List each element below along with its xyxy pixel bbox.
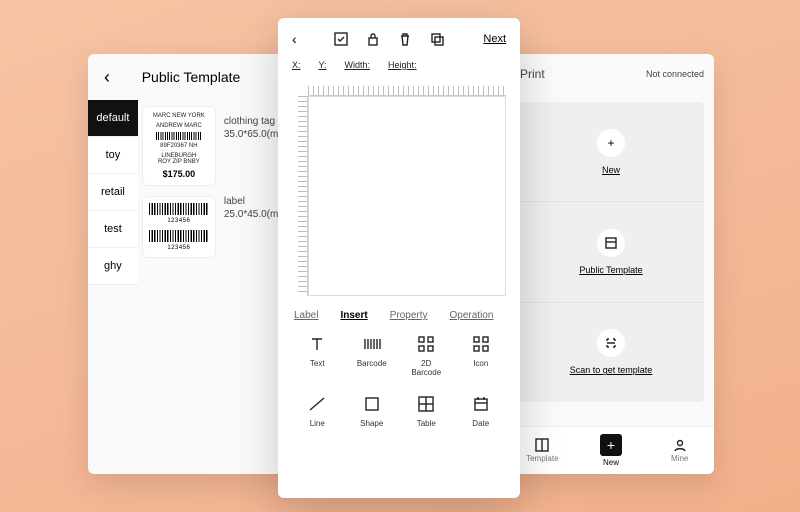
category-list: default toy retail test ghy [88, 100, 138, 474]
dim-height[interactable]: Height: [388, 60, 417, 82]
scan-icon [597, 329, 625, 357]
template-icon [597, 229, 625, 257]
user-icon [673, 438, 687, 452]
tab-label[interactable]: Label [294, 310, 318, 321]
tool-date[interactable]: Date [454, 395, 509, 428]
tool-barcode[interactable]: Barcode [345, 335, 400, 377]
canvas-area [278, 82, 520, 296]
category-ghy[interactable]: ghy [88, 248, 138, 285]
tool-shape[interactable]: Shape [345, 395, 400, 428]
barcode-icon [363, 335, 381, 353]
card-sku: 89F20367 NH [160, 143, 197, 150]
insert-tools: Text Barcode 2D Barcode Icon Line Shape … [278, 329, 520, 434]
barcode-icon [149, 230, 209, 242]
barcode-icon [156, 132, 202, 140]
action-scan[interactable]: Scan to get template [518, 303, 704, 402]
tool-text[interactable]: Text [290, 335, 345, 377]
calendar-icon [473, 395, 489, 413]
ruler-vertical [298, 96, 308, 296]
tool-2d-barcode[interactable]: 2D Barcode [399, 335, 454, 377]
category-retail[interactable]: retail [88, 174, 138, 211]
plus-icon: + [600, 434, 622, 456]
barcode-icon [149, 203, 209, 215]
card-price: $175.00 [163, 169, 196, 179]
editor-toolbar: ‹ Next [278, 18, 520, 60]
ruler-horizontal [308, 86, 506, 96]
category-default[interactable]: default [88, 100, 138, 137]
barcode-number: 123456 [167, 245, 190, 251]
back-icon[interactable]: ‹ [292, 31, 297, 47]
trash-icon[interactable] [398, 32, 414, 46]
card-product: LINEBURGH ROY ZIP BNBY [158, 153, 200, 166]
card-brand2: ANDREW MARC [156, 123, 202, 130]
table-icon [418, 395, 434, 413]
tab-operation[interactable]: Operation [450, 310, 494, 321]
category-test[interactable]: test [88, 211, 138, 248]
template-card-2[interactable]: 123456 123456 [142, 196, 216, 258]
header: Print Not connected [508, 54, 714, 94]
nav-label: Template [526, 454, 558, 463]
copy-icon[interactable] [430, 32, 446, 46]
dimension-bar: X: Y: Width: Height: [278, 60, 520, 82]
template-thumbnails: MARC NEW YORK ANDREW MARC 89F20367 NH LI… [138, 100, 220, 474]
page-title: Print [520, 67, 545, 81]
dim-x[interactable]: X: [292, 60, 301, 82]
editor-tabs: Label Insert Property Operation [278, 296, 520, 329]
tab-property[interactable]: Property [390, 310, 428, 321]
barcode-number: 123456 [167, 218, 190, 224]
category-toy[interactable]: toy [88, 137, 138, 174]
nav-label: Mine [671, 454, 688, 463]
template-icon [535, 438, 549, 452]
shape-icon [364, 395, 380, 413]
line-icon [308, 395, 326, 413]
next-button[interactable]: Next [483, 33, 506, 45]
canvas[interactable] [308, 96, 506, 296]
nav-label: New [603, 458, 619, 467]
grid-icon [473, 335, 489, 353]
nav-mine[interactable]: Mine [645, 438, 714, 463]
select-icon[interactable] [334, 32, 350, 46]
action-grid: + New Public Template Scan to get templa… [518, 102, 704, 402]
dim-width[interactable]: Width: [345, 60, 371, 82]
card-brand: MARC NEW YORK [153, 113, 205, 120]
dim-y[interactable]: Y: [319, 60, 327, 82]
tab-insert[interactable]: Insert [340, 310, 367, 321]
qr-icon [418, 335, 434, 353]
action-label: Scan to get template [570, 365, 653, 375]
connection-status[interactable]: Not connected [646, 69, 704, 79]
action-new[interactable]: + New [518, 102, 704, 202]
text-icon [309, 335, 325, 353]
home-screen: Print Not connected + New Public Templat… [508, 54, 714, 474]
header: ‹ Public Template [88, 54, 294, 100]
nav-new[interactable]: + New [577, 434, 646, 467]
bottom-nav: Template + New Mine [508, 426, 714, 474]
lock-icon[interactable] [366, 32, 382, 46]
public-template-screen: ‹ Public Template default toy retail tes… [88, 54, 294, 474]
page-title: Public Template [100, 69, 282, 85]
action-label: Public Template [579, 265, 642, 275]
tool-icon[interactable]: Icon [454, 335, 509, 377]
tool-table[interactable]: Table [399, 395, 454, 428]
tool-line[interactable]: Line [290, 395, 345, 428]
action-label: New [602, 165, 620, 175]
action-public-template[interactable]: Public Template [518, 202, 704, 302]
plus-icon: + [597, 129, 625, 157]
editor-screen: ‹ Next X: Y: Width: Height: Label Insert… [278, 18, 520, 498]
template-card-1[interactable]: MARC NEW YORK ANDREW MARC 89F20367 NH LI… [142, 106, 216, 186]
